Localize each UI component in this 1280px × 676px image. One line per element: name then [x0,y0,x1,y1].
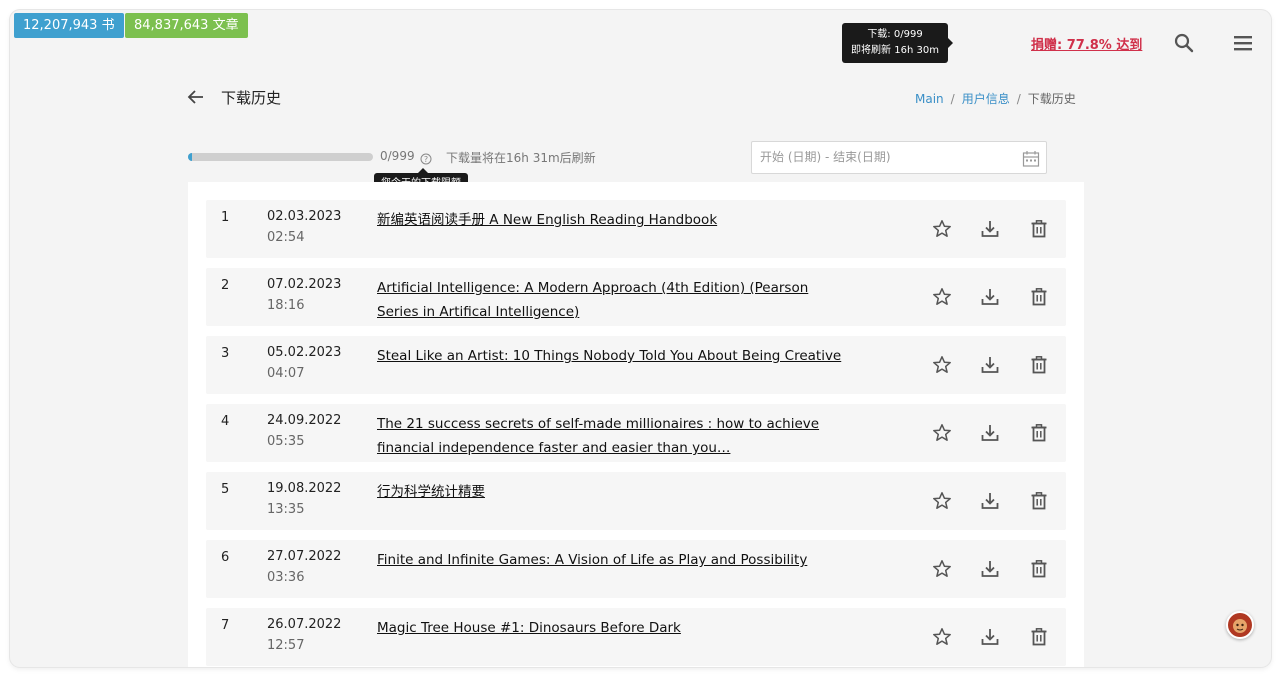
download-row: 7 26.07.2022 12:57 Magic Tree House #1: … [206,608,1066,666]
row-index: 6 [221,550,230,565]
help-circle-icon[interactable]: ? [420,150,432,165]
download-quota-progress-fill [188,153,192,161]
tooltip-line-downloads: 下载: 0/999 [867,29,923,40]
star-icon[interactable] [932,287,952,307]
download-icon[interactable] [980,219,1000,239]
trash-icon[interactable] [1029,287,1049,307]
row-time: 03:36 [267,570,305,585]
download-count: 0/999 [380,149,415,163]
row-time: 18:16 [267,298,305,313]
download-icon[interactable] [980,423,1000,443]
books-count-badge[interactable]: 12,207,943 书 [14,13,124,38]
row-index: 1 [221,210,230,225]
star-icon[interactable] [932,627,952,647]
row-date: 27.07.2022 [267,549,342,564]
avatar[interactable] [1226,611,1254,639]
star-icon[interactable] [932,219,952,239]
book-title-link[interactable]: 行为科学统计精要 [377,480,847,504]
book-title-link[interactable]: Magic Tree House #1: Dinosaurs Before Da… [377,616,847,640]
trash-icon[interactable] [1029,627,1049,647]
page-title: 下载历史 [221,89,282,107]
date-range-input[interactable]: 开始 (日期) - 结束(日期) [751,141,1047,174]
download-icon[interactable] [980,491,1000,511]
back-arrow-icon[interactable] [186,87,206,107]
book-title-link[interactable]: Artificial Intelligence: A Modern Approa… [377,276,847,324]
breadcrumb: Main / 用户信息 / 下载历史 [915,90,1076,107]
donate-link[interactable]: 捐赠: 77.8% 达到 [1031,34,1142,53]
download-row: 6 27.07.2022 03:36 Finite and Infinite G… [206,540,1066,598]
row-date: 19.08.2022 [267,481,342,496]
download-row: 1 02.03.2023 02:54 新编英语阅读手册 A New Englis… [206,200,1066,258]
breadcrumb-user-info[interactable]: 用户信息 [962,92,1010,106]
calendar-icon[interactable] [1022,149,1040,167]
row-date: 07.02.2023 [267,277,342,292]
trash-icon[interactable] [1029,559,1049,579]
download-row: 4 24.09.2022 05:35 The 21 success secret… [206,404,1066,462]
download-quota-tooltip: 下载: 0/999 即将刷新 16h 30m [842,23,953,63]
row-time: 13:35 [267,502,305,517]
book-title-link[interactable]: Finite and Infinite Games: A Vision of L… [377,548,847,572]
app-window: 12,207,943 书 84,837,643 文章 下载: 0/999 即将刷… [10,10,1271,667]
search-icon[interactable] [1173,32,1195,54]
row-time: 02:54 [267,230,305,245]
row-index: 7 [221,618,230,633]
row-index: 3 [221,346,230,361]
breadcrumb-separator: / [1016,92,1021,106]
book-title-link[interactable]: The 21 success secrets of self-made mill… [377,412,847,460]
row-index: 2 [221,278,230,293]
row-date: 24.09.2022 [267,413,342,428]
star-icon[interactable] [932,423,952,443]
star-icon[interactable] [932,355,952,375]
breadcrumb-separator: / [950,92,955,106]
row-time: 05:35 [267,434,305,449]
trash-icon[interactable] [1029,355,1049,375]
download-quota-progress [188,153,373,161]
row-index: 5 [221,482,230,497]
svg-text:?: ? [424,155,428,164]
row-index: 4 [221,414,230,429]
download-row: 2 07.02.2023 18:16 Artificial Intelligen… [206,268,1066,326]
star-icon[interactable] [932,559,952,579]
quota-refresh-text: 下载量将在16h 31m后刷新 [446,151,596,165]
book-title-link[interactable]: Steal Like an Artist: 10 Things Nobody T… [377,344,847,368]
trash-icon[interactable] [1029,423,1049,443]
row-time: 12:57 [267,638,305,653]
hamburger-menu-icon[interactable] [1232,32,1254,54]
tooltip-line-refresh: 即将刷新 16h 30m [851,45,939,56]
trash-icon[interactable] [1029,219,1049,239]
download-icon[interactable] [980,287,1000,307]
download-icon[interactable] [980,627,1000,647]
download-history-list: 1 02.03.2023 02:54 新编英语阅读手册 A New Englis… [188,182,1084,667]
row-time: 04:07 [267,366,305,381]
download-icon[interactable] [980,559,1000,579]
row-date: 05.02.2023 [267,345,342,360]
articles-count-badge[interactable]: 84,837,643 文章 [125,13,248,38]
row-date: 26.07.2022 [267,617,342,632]
breadcrumb-main[interactable]: Main [915,92,944,106]
book-title-link[interactable]: 新编英语阅读手册 A New English Reading Handbook [377,208,847,232]
download-row: 5 19.08.2022 13:35 行为科学统计精要 [206,472,1066,530]
trash-icon[interactable] [1029,491,1049,511]
star-icon[interactable] [932,491,952,511]
download-row: 3 05.02.2023 04:07 Steal Like an Artist:… [206,336,1066,394]
date-range-placeholder: 开始 (日期) - 结束(日期) [760,150,891,164]
download-icon[interactable] [980,355,1000,375]
row-date: 02.03.2023 [267,209,342,224]
breadcrumb-current: 下载历史 [1027,92,1076,106]
